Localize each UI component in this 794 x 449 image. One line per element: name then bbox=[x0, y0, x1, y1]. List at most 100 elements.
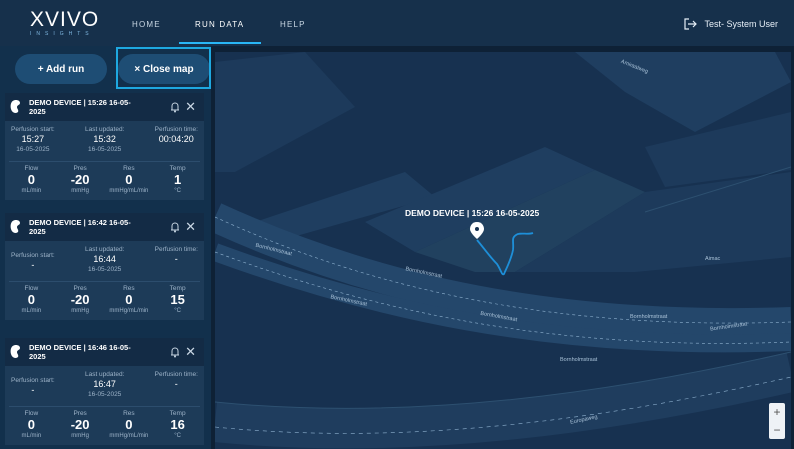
last-updated: Last updated: 16:47 16-05-2025 bbox=[85, 370, 124, 406]
perfusion-time-value: 00:04:20 bbox=[158, 134, 194, 144]
last-updated-time: 16:44 bbox=[93, 254, 116, 264]
measure-unit: °C bbox=[174, 308, 181, 314]
nav-help[interactable]: HELP bbox=[280, 20, 306, 29]
measure-unit: mmHg bbox=[71, 308, 89, 314]
bell-icon[interactable] bbox=[170, 101, 180, 113]
measure-flow: Flow 0 mL/min bbox=[8, 284, 54, 320]
measure-flow: Flow 0 mL/min bbox=[8, 409, 54, 445]
measure-value: 15 bbox=[170, 292, 185, 307]
perfusion-start: Perfusion start: - bbox=[11, 370, 55, 406]
last-updated-label: Last updated: bbox=[84, 126, 125, 133]
perfusion-time-label: Perfusion time: bbox=[154, 246, 198, 253]
measurements: Flow 0 mL/min Pres -20 mmHg Res 0 mmHg/m… bbox=[5, 162, 204, 200]
measure-temperature: Temp 16 °C bbox=[155, 409, 201, 445]
user-menu[interactable]: Test- System User bbox=[684, 18, 778, 30]
street-label: Bornholmstraat bbox=[560, 357, 598, 363]
xvivo-logo[interactable]: XVIVO INSIGHTS bbox=[30, 8, 100, 37]
measure-value: 0 bbox=[125, 417, 133, 432]
run-card-title: DEMO DEVICE | 15:26 16-05-2025 bbox=[29, 98, 131, 116]
perfusion-start-label: Perfusion start: bbox=[11, 126, 55, 133]
close-card-icon[interactable]: ✕ bbox=[185, 99, 196, 115]
last-updated-time: 15:32 bbox=[93, 134, 116, 144]
measure-value: -20 bbox=[70, 417, 90, 432]
measure-unit: mmHg bbox=[71, 433, 89, 439]
run-card-title: DEMO DEVICE | 16:42 16-05-2025 bbox=[29, 218, 131, 236]
measure-flow: Flow 0 mL/min bbox=[8, 164, 54, 200]
last-updated: Last updated: 16:44 16-05-2025 bbox=[85, 245, 124, 281]
kidney-icon bbox=[10, 220, 20, 233]
zoom-in-button[interactable]: + bbox=[769, 403, 785, 421]
last-updated-date: 16-05-2025 bbox=[88, 266, 122, 273]
perfusion-start-label: Perfusion start: bbox=[11, 252, 55, 259]
measure-resistance: Res 0 mmHg/mL/min bbox=[106, 284, 152, 320]
run-card-header: DEMO DEVICE | 16:42 16-05-2025 ✕ bbox=[5, 213, 204, 241]
zoom-out-button[interactable]: − bbox=[769, 421, 785, 439]
perfusion-start-time: - bbox=[31, 385, 35, 395]
measure-value: 0 bbox=[125, 172, 133, 187]
logout-icon bbox=[684, 18, 698, 30]
perfusion-time-label: Perfusion time: bbox=[154, 371, 198, 378]
close-card-icon[interactable]: ✕ bbox=[185, 219, 196, 235]
run-sidebar: + Add run × Close map DEMO DEVICE | 15:2… bbox=[0, 46, 211, 449]
run-card-stats: Perfusion start: - Last updated: 16:44 1… bbox=[5, 241, 204, 281]
last-updated-date: 16-05-2025 bbox=[88, 146, 122, 153]
run-card[interactable]: DEMO DEVICE | 16:46 16-05-2025 ✕ Perfusi… bbox=[5, 338, 204, 445]
run-card-title: DEMO DEVICE | 16:46 16-05-2025 bbox=[29, 343, 131, 361]
last-updated-date: 16-05-2025 bbox=[88, 391, 122, 398]
measure-unit: °C bbox=[174, 188, 181, 194]
measure-value: 1 bbox=[174, 172, 182, 187]
nav-run-data[interactable]: RUN DATA bbox=[195, 20, 244, 29]
perfusion-time: Perfusion time: - bbox=[155, 245, 198, 281]
run-card[interactable]: DEMO DEVICE | 15:26 16-05-2025 ✕ Perfusi… bbox=[5, 93, 204, 200]
map-view[interactable]: DEMO DEVICE | 15:26 16-05-2025 Bornholms… bbox=[215, 52, 791, 449]
street-label: Bornholmstraat bbox=[630, 314, 668, 320]
map-canvas bbox=[215, 52, 791, 449]
measurements: Flow 0 mL/min Pres -20 mmHg Res 0 mmHg/m… bbox=[5, 282, 204, 320]
perfusion-time-label: Perfusion time: bbox=[154, 126, 198, 133]
run-card-stats: Perfusion start: 15:27 16-05-2025 Last u… bbox=[5, 121, 204, 161]
measure-value: 0 bbox=[27, 292, 35, 307]
perfusion-start: Perfusion start: 15:27 16-05-2025 bbox=[11, 125, 55, 161]
perfusion-start-label: Perfusion start: bbox=[11, 377, 55, 384]
close-map-highlight bbox=[116, 47, 211, 89]
measure-value: 0 bbox=[27, 172, 35, 187]
perfusion-start-date: 16-05-2025 bbox=[16, 146, 50, 153]
measure-value: 0 bbox=[125, 292, 133, 307]
run-card-header: DEMO DEVICE | 15:26 16-05-2025 ✕ bbox=[5, 93, 204, 121]
user-name: Test- System User bbox=[704, 19, 778, 29]
measure-pressure: Pres -20 mmHg bbox=[57, 409, 103, 445]
run-card[interactable]: DEMO DEVICE | 16:42 16-05-2025 ✕ Perfusi… bbox=[5, 213, 204, 320]
measure-unit: mL/min bbox=[21, 433, 42, 439]
measure-unit: mmHg/mL/min bbox=[109, 433, 149, 439]
top-navigation-bar: XVIVO INSIGHTS HOME RUN DATA HELP Test- … bbox=[0, 0, 794, 46]
logo-main-text: XVIVO bbox=[30, 8, 100, 31]
measure-temperature: Temp 1 °C bbox=[155, 164, 201, 200]
map-marker-label[interactable]: DEMO DEVICE | 15:26 16-05-2025 bbox=[405, 208, 539, 218]
measurements: Flow 0 mL/min Pres -20 mmHg Res 0 mmHg/m… bbox=[5, 407, 204, 445]
active-nav-indicator bbox=[179, 42, 261, 44]
measure-value: 16 bbox=[170, 417, 185, 432]
measure-unit: mmHg/mL/min bbox=[109, 308, 149, 314]
last-updated-label: Last updated: bbox=[84, 371, 125, 378]
zoom-control: + − bbox=[769, 403, 785, 439]
measure-unit: mL/min bbox=[21, 308, 42, 314]
logo-sub-text: INSIGHTS bbox=[30, 31, 94, 37]
add-run-button[interactable]: + Add run bbox=[15, 54, 107, 84]
run-card-header: DEMO DEVICE | 16:46 16-05-2025 ✕ bbox=[5, 338, 204, 366]
perfusion-time: Perfusion time: - bbox=[155, 370, 198, 406]
measure-resistance: Res 0 mmHg/mL/min bbox=[106, 409, 152, 445]
measure-value: -20 bbox=[70, 292, 90, 307]
last-updated-label: Last updated: bbox=[84, 246, 125, 253]
measure-unit: mmHg/mL/min bbox=[109, 188, 149, 194]
perfusion-time-value: - bbox=[174, 254, 178, 264]
perfusion-start-time: - bbox=[31, 260, 35, 270]
measure-value: 0 bbox=[27, 417, 35, 432]
measure-unit: mL/min bbox=[21, 188, 42, 194]
location-pin-dot bbox=[475, 227, 479, 231]
bell-icon[interactable] bbox=[170, 346, 180, 358]
nav-home[interactable]: HOME bbox=[132, 20, 161, 29]
bell-icon[interactable] bbox=[170, 221, 180, 233]
perfusion-start-time: 15:27 bbox=[21, 134, 45, 144]
measure-resistance: Res 0 mmHg/mL/min bbox=[106, 164, 152, 200]
close-card-icon[interactable]: ✕ bbox=[185, 344, 196, 360]
